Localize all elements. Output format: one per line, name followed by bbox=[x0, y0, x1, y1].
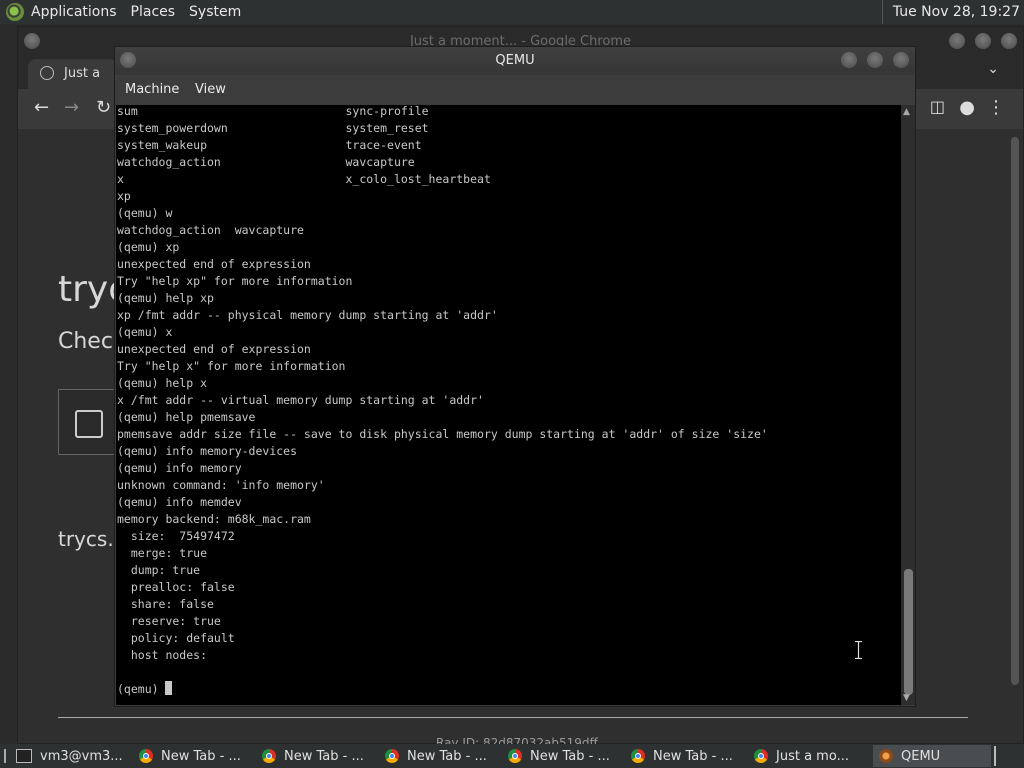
forward-arrow-icon[interactable]: → bbox=[64, 97, 79, 118]
page-subheading: Chec bbox=[58, 329, 113, 354]
taskbar-item-label: New Tab - ... bbox=[161, 748, 241, 764]
qemu-titlebar[interactable]: QEMU bbox=[115, 47, 915, 75]
taskbar-item[interactable]: New Tab - ... bbox=[133, 745, 253, 767]
qemu-window-menu-icon[interactable] bbox=[120, 52, 136, 68]
qemu-window: QEMU Machine View sum sync-profile syste… bbox=[114, 46, 916, 707]
close-icon[interactable] bbox=[1001, 33, 1017, 49]
scroll-up-arrow-icon[interactable]: ▲ bbox=[903, 107, 910, 117]
chrome-icon bbox=[139, 749, 153, 763]
workspace-switcher-icon[interactable] bbox=[994, 746, 996, 766]
chrome-icon bbox=[385, 749, 399, 763]
chrome-icon bbox=[262, 749, 276, 763]
side-panel-icon[interactable]: ◫ bbox=[930, 97, 945, 116]
qemu-icon bbox=[879, 749, 893, 763]
taskbar-item-label: Just a mo... bbox=[776, 748, 849, 764]
qemu-close-icon[interactable] bbox=[893, 52, 909, 68]
applications-menu[interactable]: Applications bbox=[24, 0, 124, 24]
reload-icon[interactable]: ↻ bbox=[96, 97, 111, 118]
top-panel: Applications Places System Tue Nov 28, 1… bbox=[0, 0, 1024, 24]
qemu-scroll-thumb[interactable] bbox=[904, 569, 913, 695]
chrome-tab[interactable]: Just a mo bbox=[28, 59, 118, 111]
qemu-monitor-console[interactable]: sum sync-profile system_powerdown system… bbox=[116, 105, 901, 705]
scroll-down-arrow-icon[interactable]: ▼ bbox=[903, 693, 910, 703]
chrome-menu-icon[interactable]: ⋮ bbox=[987, 97, 1005, 118]
taskbar-item-label: New Tab - ... bbox=[530, 748, 610, 764]
globe-icon bbox=[40, 66, 54, 80]
taskbar-item[interactable]: QEMU bbox=[873, 745, 991, 767]
distro-logo-icon[interactable] bbox=[6, 3, 24, 21]
qemu-window-title: QEMU bbox=[495, 53, 535, 68]
taskbar: vm3@vm3... New Tab - ... New Tab - ... New … bbox=[0, 744, 1024, 768]
taskbar-item-label: vm3@vm3... bbox=[40, 748, 123, 764]
chrome-scrollbar[interactable] bbox=[1009, 129, 1021, 743]
taskbar-item-label: New Tab - ... bbox=[407, 748, 487, 764]
show-desktop-icon[interactable] bbox=[4, 749, 6, 763]
chrome-icon bbox=[754, 749, 768, 763]
qemu-maximize-icon[interactable] bbox=[867, 52, 883, 68]
places-menu[interactable]: Places bbox=[124, 0, 183, 24]
profile-icon[interactable]: ● bbox=[959, 97, 975, 118]
taskbar-item-label: New Tab - ... bbox=[653, 748, 733, 764]
system-menu[interactable]: System bbox=[182, 0, 248, 24]
back-arrow-icon[interactable]: ← bbox=[34, 97, 49, 118]
console-prompt: (qemu) bbox=[117, 682, 166, 696]
taskbar-item[interactable]: New Tab - ... bbox=[256, 745, 376, 767]
qemu-menubar: Machine View bbox=[115, 75, 915, 105]
maximize-icon[interactable] bbox=[975, 33, 991, 49]
console-output: sum sync-profile system_powerdown system… bbox=[117, 105, 768, 696]
chrome-icon bbox=[631, 749, 645, 763]
minimize-icon[interactable] bbox=[949, 33, 965, 49]
menu-machine[interactable]: Machine bbox=[125, 82, 179, 97]
tab-search-chevron-icon[interactable]: ⌄ bbox=[987, 61, 999, 77]
console-cursor bbox=[165, 681, 173, 695]
chrome-scroll-thumb[interactable] bbox=[1011, 137, 1019, 685]
panel-clock[interactable]: Tue Nov 28, 19:27 bbox=[881, 0, 1024, 24]
taskbar-item[interactable]: New Tab - ... bbox=[502, 745, 622, 767]
i-beam-cursor-icon bbox=[855, 640, 862, 660]
taskbar-item[interactable]: New Tab - ... bbox=[625, 745, 745, 767]
captcha-checkbox[interactable] bbox=[75, 410, 103, 438]
taskbar-item[interactable]: New Tab - ... bbox=[379, 745, 499, 767]
page-domain: trycs. bbox=[58, 527, 114, 551]
qemu-minimize-icon[interactable] bbox=[841, 52, 857, 68]
task-list: vm3@vm3... New Tab - ... New Tab - ... New … bbox=[10, 745, 994, 767]
taskbar-item[interactable]: Just a mo... bbox=[748, 745, 870, 767]
taskbar-item[interactable]: vm3@vm3... bbox=[10, 745, 130, 767]
window-menu-icon[interactable] bbox=[24, 33, 40, 49]
taskbar-item-label: New Tab - ... bbox=[284, 748, 364, 764]
terminal-icon bbox=[16, 749, 32, 763]
qemu-scrollbar[interactable]: ▲ ▼ bbox=[901, 105, 915, 705]
chrome-icon bbox=[508, 749, 522, 763]
taskbar-item-label: QEMU bbox=[901, 748, 941, 764]
page-divider bbox=[58, 717, 968, 718]
menu-view[interactable]: View bbox=[195, 82, 226, 97]
